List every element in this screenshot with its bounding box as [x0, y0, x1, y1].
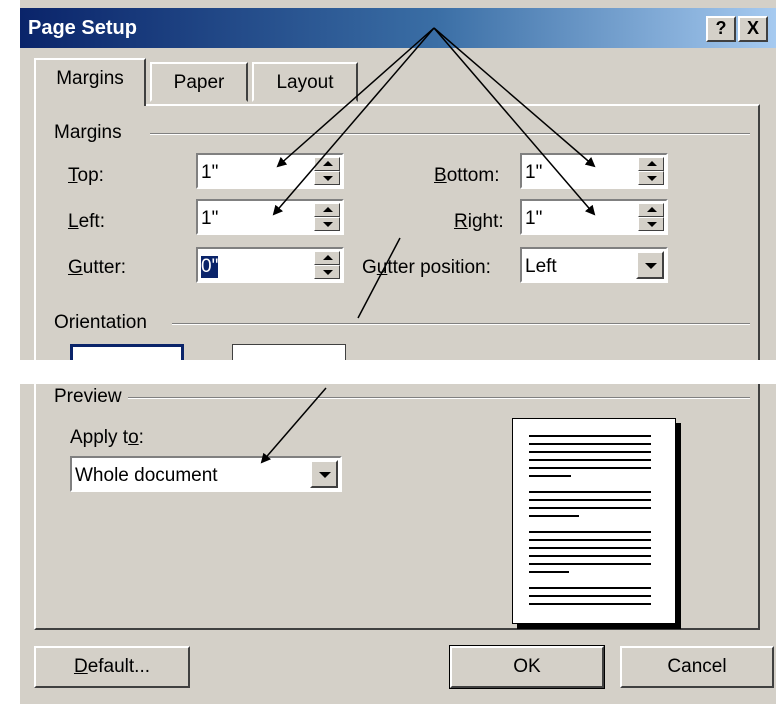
- arrow-to-right-field: [433, 27, 596, 216]
- arrow-to-top-field: [276, 27, 435, 168]
- arrow-to-apply-to: [260, 387, 327, 464]
- arrow-to-bottom-field: [433, 27, 596, 168]
- arrow-segment-upper: [357, 237, 401, 319]
- arrow-to-left-field: [272, 27, 435, 216]
- annotation-arrows: [260, 27, 596, 464]
